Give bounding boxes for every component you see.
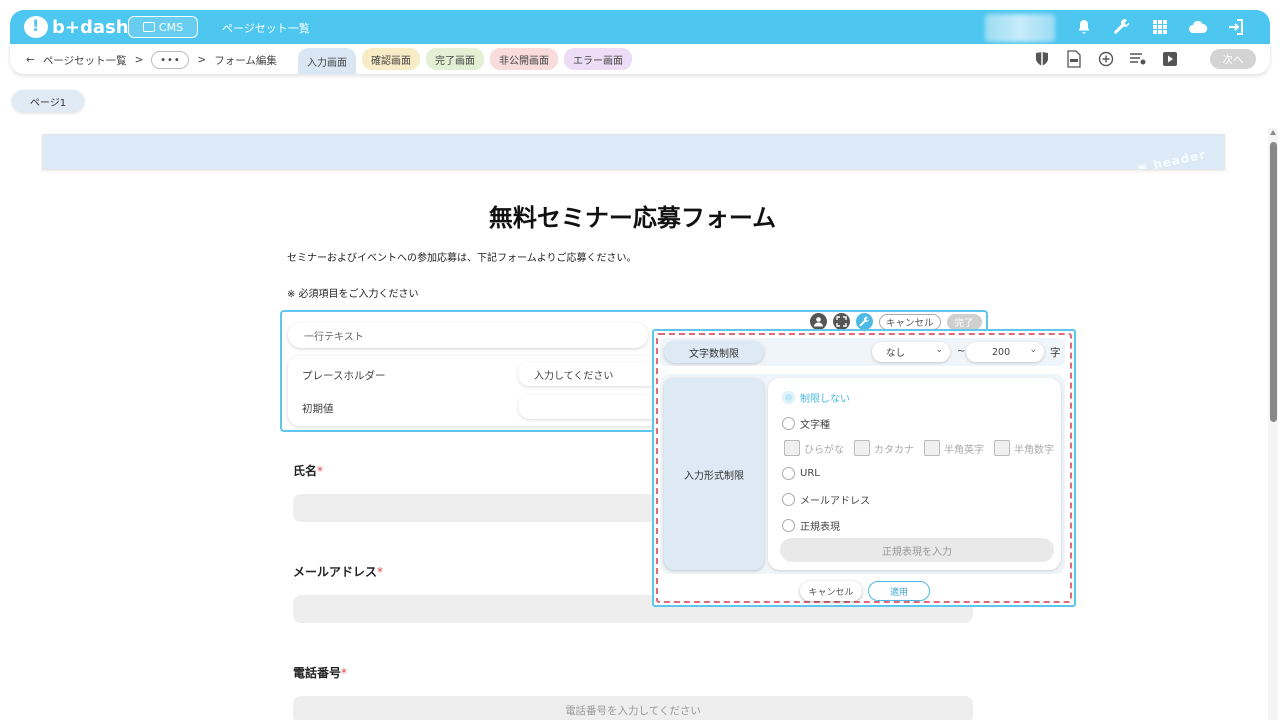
field-edit-tools: キャンセル 完了 (810, 313, 982, 330)
breadcrumb-more-button[interactable]: ••• (151, 51, 190, 69)
breadcrumb-form-edit: フォーム編集 (214, 54, 277, 67)
list-settings-icon[interactable] (1128, 49, 1148, 69)
breadcrumb-separator: > (197, 54, 207, 66)
min-length-select[interactable]: なし ⌄ (872, 342, 950, 362)
breadcrumb: ← ページセット一覧 > ••• > フォーム編集 (26, 51, 277, 69)
phone-input[interactable]: 電話番号を入力してください (293, 696, 973, 720)
topbar-title[interactable]: ページセット一覧 (222, 20, 310, 36)
breadcrumb-separator: > (134, 54, 144, 66)
checkbox-hiragana[interactable] (784, 440, 800, 456)
radio-unlimited[interactable]: 制限しない (782, 390, 850, 405)
radio-char-type[interactable]: 文字種 (782, 416, 830, 431)
cms-button[interactable]: CMS (128, 16, 198, 38)
max-length-select[interactable]: 200 ⌄ (966, 342, 1044, 362)
radio-regex[interactable]: 正規表現 (782, 518, 840, 533)
user-icon[interactable] (810, 313, 827, 330)
field-type-select[interactable]: 一行テキスト (288, 322, 648, 348)
form-title: 無料セミナー応募フォーム (488, 204, 777, 232)
tab-confirm-screen[interactable]: 確認画面 (362, 48, 420, 70)
chevron-down-icon: ⌄ (1029, 345, 1037, 355)
radio-icon (782, 493, 795, 506)
checkbox-half-alpha[interactable] (924, 440, 940, 456)
input-type-options: 制限しない 文字種 ひらがな カタカナ 半角英字 半角数字 URL メールアドレ… (768, 378, 1061, 570)
radio-selected-icon (782, 391, 795, 404)
initial-value-label: 初期値 (302, 403, 334, 415)
header-watermark-text: ▣ header▣ header▣ header▣ header▣ header… (1046, 135, 1224, 170)
scrollbar-thumb[interactable] (1270, 142, 1277, 422)
input-type-block: 入力形式制限 制限しない 文字種 ひらがな カタカナ 半角英字 半角数字 URL (660, 374, 1065, 574)
popup-cancel-button[interactable]: キャンセル (800, 581, 862, 601)
placeholder-input[interactable]: 入力してください (518, 362, 668, 386)
html-file-icon[interactable] (1064, 49, 1084, 69)
play-icon[interactable] (1160, 49, 1180, 69)
back-arrow-icon[interactable]: ← (26, 54, 35, 66)
bdash-logo[interactable]: b+dash (24, 16, 129, 38)
wrench-settings-icon[interactable] (856, 313, 873, 330)
field-properties-card: プレースホルダー 入力してください 初期値 (288, 356, 668, 426)
name-field-label: 氏名* (293, 464, 324, 478)
tab-error-screen[interactable]: エラー画面 (564, 48, 632, 70)
char-limit-row: 文字数制限 なし ⌄ ~ 200 ⌄ 字 (660, 338, 1065, 366)
checkbox-katakana[interactable] (854, 440, 870, 456)
expand-icon[interactable] (833, 313, 850, 330)
field-cancel-button[interactable]: キャンセル (879, 313, 941, 330)
required-note: ※ 必須項目をご入力ください (287, 289, 419, 300)
cms-icon (142, 22, 155, 32)
logout-icon[interactable] (1224, 16, 1248, 38)
placeholder-label: プレースホルダー (302, 370, 386, 382)
radio-icon (782, 417, 795, 430)
cloud-icon[interactable] (1186, 16, 1210, 38)
validation-settings-popup: 文字数制限 なし ⌄ ~ 200 ⌄ 字 入力形式制限 制限しない 文字種 ひらがな… (652, 329, 1076, 607)
initial-value-input[interactable] (518, 395, 668, 419)
regex-input[interactable]: 正規表現を入力 (780, 538, 1054, 562)
form-description: セミナーおよびイベントへの参加応募は、下記フォームよりご応募ください。 (287, 253, 637, 264)
popup-apply-button[interactable]: 適用 (868, 581, 930, 601)
chevron-down-icon: ⌄ (935, 345, 943, 355)
radio-email[interactable]: メールアドレス (782, 492, 870, 507)
bell-icon[interactable] (1072, 16, 1096, 38)
tab-private-screen[interactable]: 非公開画面 (490, 48, 558, 70)
plus-circle-icon[interactable] (1096, 49, 1116, 69)
tab-complete-screen[interactable]: 完了画面 (426, 48, 484, 70)
field-done-button[interactable]: 完了 (946, 313, 982, 330)
radio-icon (782, 519, 795, 532)
user-info[interactable] (985, 14, 1055, 42)
radio-url[interactable]: URL (782, 467, 820, 480)
cms-label: CMS (158, 20, 184, 34)
sub-navigation-bar: ← ページセット一覧 > ••• > フォーム編集 入力画面 確認画面 完了画面… (10, 44, 1270, 74)
char-unit-label: 字 (1050, 347, 1061, 359)
top-navigation-bar: b+dash CMS ページセット一覧 (10, 10, 1270, 44)
tab-input-screen[interactable]: 入力画面 (298, 48, 356, 74)
grid-icon[interactable] (1148, 16, 1172, 38)
screen-tabs: 入力画面 確認画面 完了画面 非公開画面 エラー画面 (298, 48, 632, 74)
email-field-label: メールアドレス* (293, 565, 384, 579)
wrench-icon[interactable] (1110, 16, 1134, 38)
char-limit-label: 文字数制限 (664, 341, 764, 363)
input-type-label: 入力形式制限 (664, 378, 764, 570)
range-tilde: ~ (957, 346, 966, 357)
logo-text: b+dash (52, 16, 129, 38)
page-tab-1[interactable]: ページ1 (12, 90, 84, 112)
phone-field-label: 電話番号* (293, 666, 348, 680)
header-placeholder-band[interactable]: ▣ header▣ header▣ header▣ header▣ header… (42, 134, 1225, 170)
radio-icon (782, 467, 795, 480)
breadcrumb-page-set-list[interactable]: ページセット一覧 (43, 53, 127, 68)
char-type-checkboxes: ひらがな カタカナ 半角英字 半角数字 (782, 440, 1054, 456)
logo-bubble-icon (24, 16, 48, 38)
checkbox-half-num[interactable] (994, 440, 1010, 456)
next-button[interactable]: 次へ (1210, 49, 1256, 69)
scroll-up-arrow-icon[interactable] (1270, 130, 1276, 135)
shield-icon[interactable] (1032, 49, 1052, 69)
